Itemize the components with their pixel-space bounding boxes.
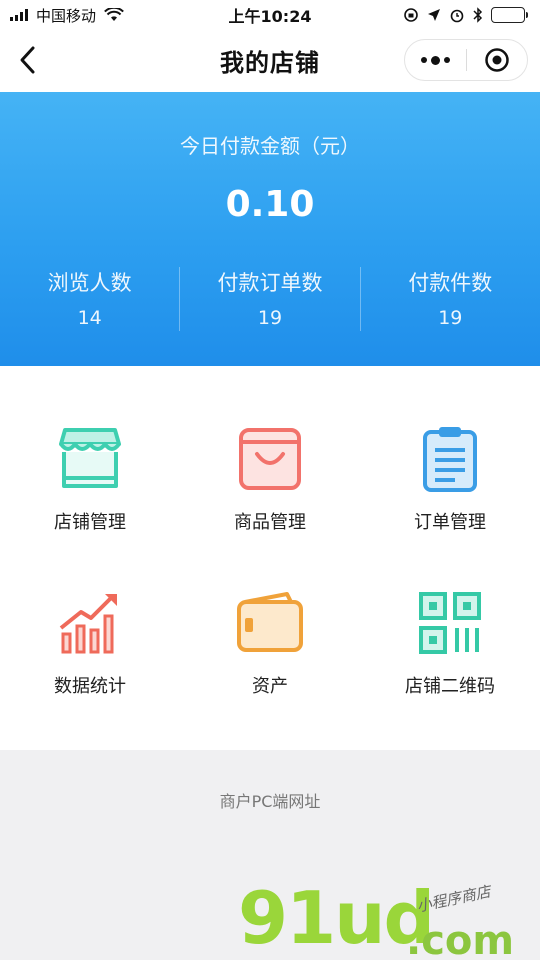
rotation-lock-icon bbox=[404, 8, 418, 22]
menu-data-statistics[interactable]: 数据统计 bbox=[0, 588, 180, 738]
menu-label: 商品管理 bbox=[234, 512, 306, 533]
watermark-domain: .com bbox=[406, 918, 515, 960]
menu-label: 订单管理 bbox=[414, 512, 486, 533]
watermark-brand: 91ud bbox=[238, 876, 435, 960]
nav-bar: 我的店铺 bbox=[0, 30, 540, 90]
target-close-icon bbox=[485, 48, 509, 72]
signal-icon bbox=[10, 9, 28, 21]
merchant-pc-link[interactable]: 商户PC端网址 bbox=[0, 788, 540, 812]
back-button[interactable] bbox=[10, 42, 46, 78]
battery-icon bbox=[491, 7, 528, 23]
miniprogram-capsule bbox=[404, 39, 528, 81]
alarm-icon bbox=[450, 9, 464, 23]
menu-label: 资产 bbox=[252, 676, 288, 697]
store-icon bbox=[59, 428, 121, 488]
stat-paid-orders: 付款订单数 19 bbox=[180, 267, 359, 331]
stat-value: 14 bbox=[77, 307, 102, 329]
stat-label: 浏览人数 bbox=[47, 271, 132, 295]
carrier-label: 中国移动 bbox=[36, 6, 97, 25]
stat-value: 19 bbox=[438, 307, 463, 329]
watermark-logo: 91ud .com 小程序商店 bbox=[238, 882, 538, 960]
location-icon bbox=[428, 9, 440, 21]
payment-amount-value: 0.10 bbox=[225, 184, 315, 225]
menu-store-management[interactable]: 店铺管理 bbox=[0, 424, 180, 574]
more-button[interactable] bbox=[405, 40, 466, 80]
stat-label: 付款件数 bbox=[408, 271, 493, 295]
wallet-icon bbox=[237, 592, 303, 652]
stat-visitors: 浏览人数 14 bbox=[0, 267, 179, 331]
wifi-icon bbox=[104, 8, 124, 21]
close-miniprogram-button[interactable] bbox=[467, 40, 528, 80]
page-title: 我的店铺 bbox=[220, 48, 320, 77]
qr-code-icon bbox=[419, 592, 481, 654]
bar-chart-icon bbox=[59, 594, 117, 654]
menu-label: 数据统计 bbox=[54, 676, 126, 697]
bluetooth-icon bbox=[473, 7, 483, 23]
status-right bbox=[403, 7, 528, 23]
menu-label: 店铺二维码 bbox=[405, 676, 495, 697]
menu-assets[interactable]: 资产 bbox=[180, 588, 360, 738]
today-stats-panel: 今日付款金额（元） 0.10 浏览人数 14 付款订单数 19 付款件数 19 bbox=[0, 92, 540, 366]
stat-paid-items: 付款件数 19 bbox=[361, 267, 540, 331]
payment-amount-caption: 今日付款金额（元） bbox=[180, 134, 360, 158]
shopping-bag-icon bbox=[239, 428, 301, 490]
status-bar: 中国移动 上午10:24 bbox=[0, 0, 540, 30]
clipboard-icon bbox=[423, 427, 477, 492]
menu-order-management[interactable]: 订单管理 bbox=[360, 424, 540, 574]
menu-label: 店铺管理 bbox=[54, 512, 126, 533]
stat-label: 付款订单数 bbox=[217, 271, 323, 295]
stat-value: 19 bbox=[257, 307, 283, 329]
chevron-left-icon bbox=[20, 46, 35, 74]
status-left: 中国移动 bbox=[10, 5, 124, 26]
menu-goods-management[interactable]: 商品管理 bbox=[180, 424, 360, 574]
stats-row: 浏览人数 14 付款订单数 19 付款件数 19 bbox=[0, 267, 540, 331]
menu-store-qr-code[interactable]: 店铺二维码 bbox=[360, 588, 540, 738]
menu-grid: 店铺管理 商品管理 订单管理 数据统计 资产 店铺二维码 bbox=[0, 366, 540, 750]
more-dots-icon bbox=[420, 55, 450, 65]
